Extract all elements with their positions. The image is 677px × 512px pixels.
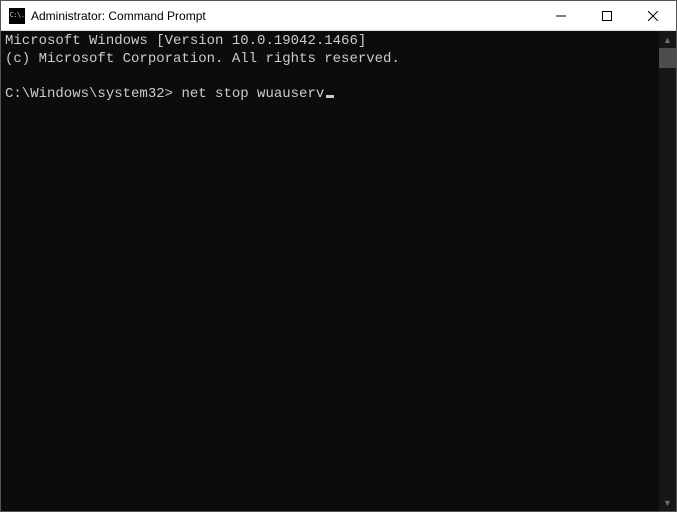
window-controls xyxy=(538,1,676,30)
window-title: Administrator: Command Prompt xyxy=(31,9,538,23)
maximize-icon xyxy=(602,11,612,21)
console-prompt: C:\Windows\system32> xyxy=(5,86,173,102)
console-output[interactable]: Microsoft Windows [Version 10.0.19042.14… xyxy=(1,31,659,511)
command-prompt-window: C:\. Administrator: Command Prompt Micro… xyxy=(0,0,677,512)
close-icon xyxy=(648,11,658,21)
vertical-scrollbar[interactable]: ▲ ▼ xyxy=(659,31,676,511)
close-button[interactable] xyxy=(630,1,676,30)
scrollbar-thumb[interactable] xyxy=(659,48,676,68)
maximize-button[interactable] xyxy=(584,1,630,30)
cursor-icon xyxy=(326,95,334,98)
minimize-icon xyxy=(556,11,566,21)
console-line-2: (c) Microsoft Corporation. All rights re… xyxy=(5,51,400,67)
cmd-icon: C:\. xyxy=(9,8,25,24)
console-line-1: Microsoft Windows [Version 10.0.19042.14… xyxy=(5,33,366,49)
scroll-up-arrow-icon[interactable]: ▲ xyxy=(659,31,676,48)
cmd-icon-text: C:\. xyxy=(10,12,25,19)
scrollbar-track[interactable] xyxy=(659,48,676,494)
minimize-button[interactable] xyxy=(538,1,584,30)
titlebar[interactable]: C:\. Administrator: Command Prompt xyxy=(1,1,676,31)
console-body: Microsoft Windows [Version 10.0.19042.14… xyxy=(1,31,676,511)
scroll-down-arrow-icon[interactable]: ▼ xyxy=(659,494,676,511)
console-command: net stop wuauserv xyxy=(181,86,324,102)
